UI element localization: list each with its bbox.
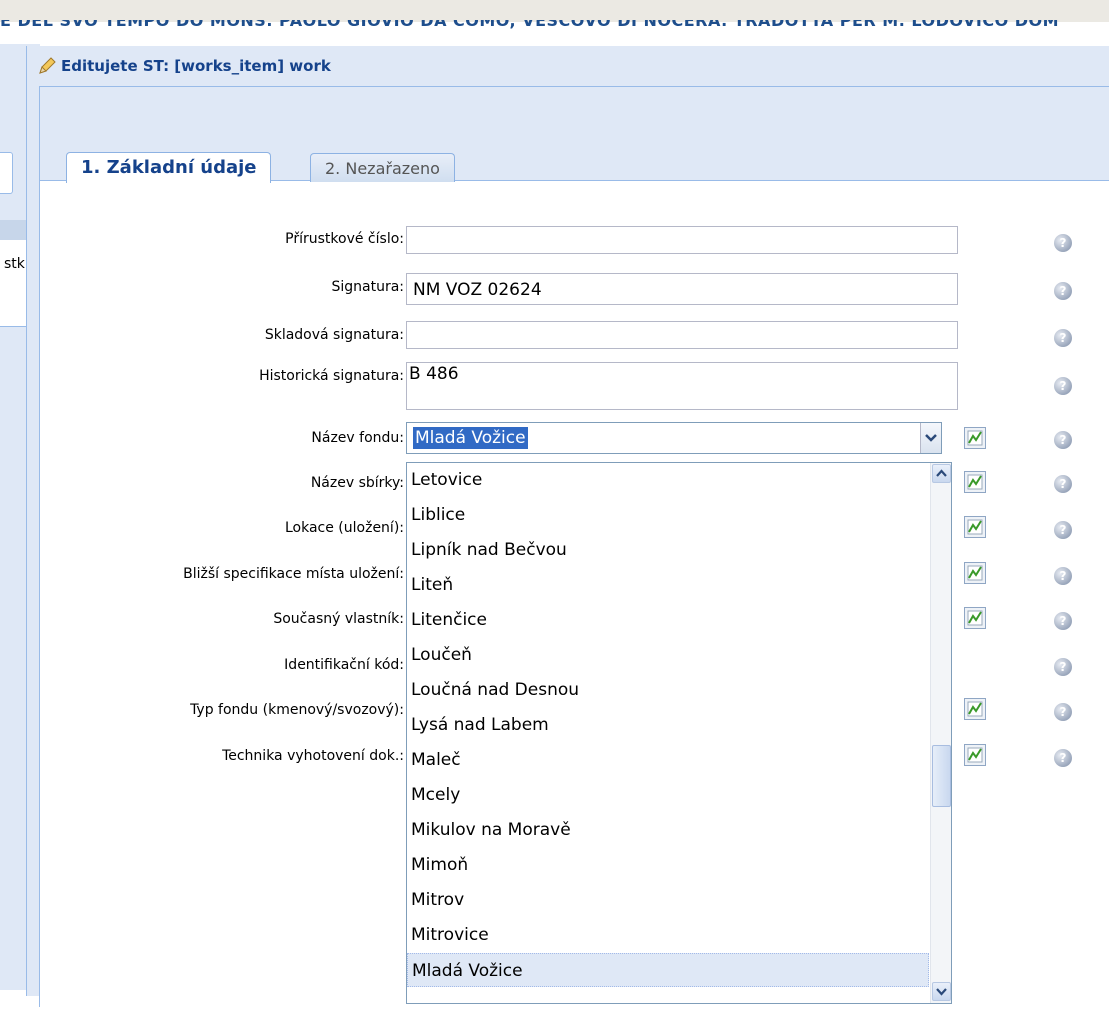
nazev-fondu-value: Mladá Vožice <box>413 427 528 449</box>
background-page-header: E DEL SVO TEMPO DO MONS. PAOLO GIOVIO DA… <box>0 20 1060 30</box>
dropdown-option[interactable]: Litenčice <box>407 603 929 637</box>
dropdown-option[interactable]: Loučeň <box>407 638 929 672</box>
help-icon[interactable]: ? <box>1054 282 1072 300</box>
chevron-down-icon <box>925 434 937 442</box>
dropdown-option[interactable]: Mitrov <box>407 883 929 917</box>
chart-lookup-icon[interactable] <box>964 516 986 538</box>
combo-trigger[interactable] <box>920 423 941 453</box>
dropdown-option[interactable]: Liteň <box>407 568 929 602</box>
edit-dialog: Editujete ST: [works_item] work 1. Zákla… <box>26 46 1109 1007</box>
tab-bar: 1. Základní údaje 2. Nezařazeno <box>40 87 1109 183</box>
scroll-up-button[interactable] <box>932 464 951 483</box>
skladova-signatura-label: Skladová signatura: <box>264 327 404 343</box>
help-icon[interactable]: ? <box>1054 567 1072 585</box>
dropdown-option[interactable]: Mikulov na Moravě <box>407 813 929 847</box>
dropdown-option[interactable]: Loučná nad Desnou <box>407 673 929 707</box>
nazev-sbirky-label: Název sbírky: <box>310 475 404 491</box>
lokace-label: Lokace (uložení): <box>284 520 404 536</box>
background-grid-text: stk <box>4 256 25 272</box>
prirustkove-cislo-label: Přírustkové číslo: <box>285 231 404 247</box>
dropdown-option[interactable]: Mcely <box>407 778 929 812</box>
dropdown-scrollbar[interactable] <box>930 463 951 1003</box>
soucasny-vlastnik-label: Současný vlastník: <box>273 611 404 627</box>
chart-lookup-icon[interactable] <box>964 698 986 720</box>
tab-nezarazeno[interactable]: 2. Nezařazeno <box>310 153 455 182</box>
chevron-up-icon <box>936 469 947 477</box>
nazev-fondu-dropdown-list[interactable]: Letovice Liblice Lipník nad Bečvou Liteň… <box>406 462 952 1004</box>
help-icon[interactable]: ? <box>1054 475 1072 493</box>
form-panel: Přírustkové číslo: ? Signatura: NM VOZ 0… <box>40 181 1109 1011</box>
chevron-down-icon <box>936 988 947 996</box>
dropdown-option[interactable]: Mimoň <box>407 848 929 882</box>
historicka-signatura-textarea[interactable]: B 486 <box>406 362 958 410</box>
help-icon[interactable]: ? <box>1054 658 1072 676</box>
dropdown-option[interactable]: Letovice <box>407 463 929 497</box>
dropdown-option[interactable]: Maleč <box>407 743 929 777</box>
signatura-label: Signatura: <box>331 279 404 295</box>
typ-fondu-label: Typ fondu (kmenový/svozový): <box>190 702 404 718</box>
nazev-fondu-combobox[interactable]: Mladá Vožice <box>406 422 942 454</box>
help-icon[interactable]: ? <box>1054 521 1072 539</box>
background-button-stub <box>0 152 13 194</box>
dropdown-option[interactable]: Mitrovice <box>407 918 929 952</box>
chart-lookup-icon[interactable] <box>964 562 986 584</box>
scroll-down-button[interactable] <box>932 982 951 1001</box>
help-icon[interactable]: ? <box>1054 234 1072 252</box>
dropdown-option[interactable]: Liblice <box>407 498 929 532</box>
dropdown-option[interactable]: Lipník nad Bečvou <box>407 533 929 567</box>
dropdown-option[interactable]: Lysá nad Labem <box>407 708 929 742</box>
prirustkove-cislo-input[interactable] <box>406 226 958 254</box>
chart-lookup-icon[interactable] <box>964 607 986 629</box>
chart-lookup-icon[interactable] <box>964 427 986 449</box>
pencil-icon <box>39 57 56 74</box>
nazev-fondu-label: Název fondu: <box>311 430 404 446</box>
scroll-thumb[interactable] <box>932 745 951 807</box>
signatura-input[interactable]: NM VOZ 02624 <box>406 273 958 305</box>
historicka-signatura-label: Historická signatura: <box>259 368 404 384</box>
dialog-body: 1. Základní údaje 2. Nezařazeno Přírustk… <box>39 86 1109 1007</box>
chart-lookup-icon[interactable] <box>964 744 986 766</box>
help-icon[interactable]: ? <box>1054 749 1072 767</box>
dropdown-option-selected[interactable]: Mladá Vožice <box>407 953 929 987</box>
help-icon[interactable]: ? <box>1054 431 1072 449</box>
help-icon[interactable]: ? <box>1054 377 1072 395</box>
technika-label: Technika vyhotovení dok.: <box>222 748 404 764</box>
browser-top-strip <box>0 0 1109 22</box>
identifikacni-kod-label: Identifikační kód: <box>284 657 404 673</box>
skladova-signatura-input[interactable] <box>406 321 958 349</box>
tab-zakladni-udaje[interactable]: 1. Základní údaje <box>66 152 272 183</box>
help-icon[interactable]: ? <box>1054 703 1072 721</box>
help-icon[interactable]: ? <box>1054 329 1072 347</box>
chart-lookup-icon[interactable] <box>964 471 986 493</box>
dialog-titlebar[interactable]: Editujete ST: [works_item] work <box>37 54 331 78</box>
blizsi-specifikace-label: Bližší specifikace místa uložení: <box>183 566 404 582</box>
dialog-title: Editujete ST: [works_item] work <box>61 57 331 75</box>
help-icon[interactable]: ? <box>1054 612 1072 630</box>
